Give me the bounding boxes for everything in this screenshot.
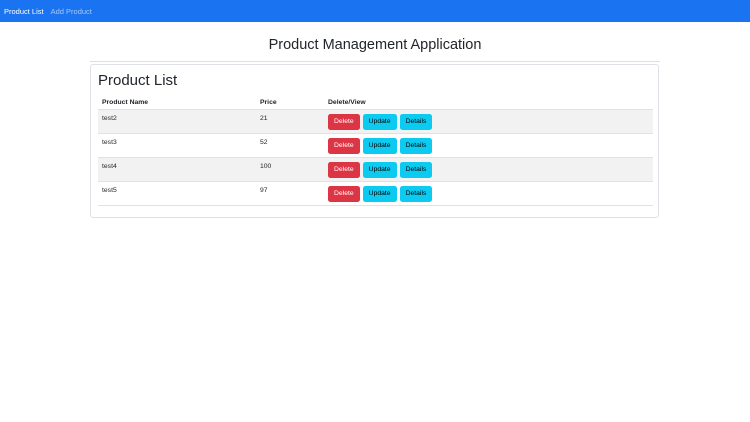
table-row: test5 97 Delete Update Details (98, 181, 653, 206)
header-price: Price (260, 99, 277, 106)
actions-cell: Delete Update Details (324, 157, 653, 182)
table-row: test3 52 Delete Update Details (98, 133, 653, 158)
product-price-cell: 52 (256, 133, 324, 158)
actions-cell: Delete Update Details (324, 133, 653, 158)
product-name-cell: test4 (98, 157, 256, 182)
table-header-row: Product Name Price Delete/View (98, 96, 653, 110)
header-product-name: Product Name (102, 99, 149, 106)
product-price-cell: 21 (256, 109, 324, 134)
details-button[interactable]: Details (399, 186, 433, 202)
product-name-cell: test3 (98, 133, 256, 158)
actions-cell: Delete Update Details (324, 109, 653, 134)
product-name-cell: test5 (98, 181, 256, 206)
details-button[interactable]: Details (399, 138, 433, 154)
delete-button[interactable]: Delete (328, 138, 360, 154)
card-title: Product List (98, 72, 178, 89)
update-button[interactable]: Update (362, 114, 397, 130)
table-row: test4 100 Delete Update Details (98, 157, 653, 182)
update-button[interactable]: Update (362, 186, 397, 202)
actions-cell: Delete Update Details (324, 181, 653, 206)
title-divider (90, 61, 660, 62)
product-table: Product Name Price Delete/View test2 21 … (98, 96, 653, 206)
product-price-cell: 97 (256, 181, 324, 206)
product-list-card: Product List Product Name Price Delete/V… (90, 64, 659, 218)
product-name-cell: test2 (98, 109, 256, 134)
nav-add-product-link[interactable]: Add Product (51, 7, 92, 16)
update-button[interactable]: Update (362, 138, 397, 154)
nav-product-list-link[interactable]: Product List (4, 7, 44, 16)
details-button[interactable]: Details (399, 162, 433, 178)
delete-button[interactable]: Delete (328, 162, 360, 178)
update-button[interactable]: Update (362, 162, 397, 178)
delete-button[interactable]: Delete (328, 114, 360, 130)
page-title: Product Management Application (268, 37, 482, 53)
details-button[interactable]: Details (399, 114, 433, 130)
product-price-cell: 100 (256, 157, 324, 182)
table-row: test2 21 Delete Update Details (98, 109, 653, 134)
top-navbar: Product List Add Product (0, 0, 750, 22)
header-actions: Delete/View (328, 99, 366, 106)
delete-button[interactable]: Delete (328, 186, 360, 202)
